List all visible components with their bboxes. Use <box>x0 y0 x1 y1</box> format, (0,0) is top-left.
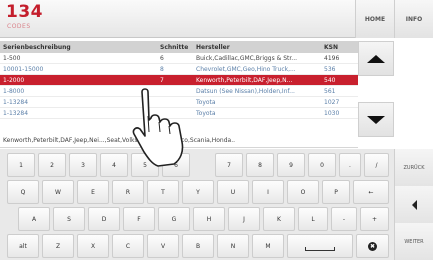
key-n[interactable]: N <box>217 234 249 258</box>
next-button[interactable]: WEITER <box>394 223 433 260</box>
table-row-selected[interactable]: 1-2000 7 Kenworth,Peterbilt,DAF,Jeep,N..… <box>0 75 358 86</box>
cell-series: 10001-15000 <box>3 65 44 73</box>
key-m[interactable]: M <box>252 234 284 258</box>
triangle-down-icon <box>367 115 385 124</box>
key-8[interactable]: 8 <box>246 153 274 177</box>
column-header-maker[interactable]: Hersteller <box>193 44 321 51</box>
cell-ksn: 1027 <box>324 98 340 106</box>
back-button[interactable]: ZURÜCK <box>394 149 433 186</box>
key-z[interactable]: Z <box>42 234 74 258</box>
column-header-cuts[interactable]: Schnitte <box>148 44 193 51</box>
header-bar: 134 CODES HOME INFO <box>0 0 433 38</box>
triangle-left-icon <box>411 199 417 210</box>
space-bar-icon <box>305 247 335 251</box>
cell-ksn: 540 <box>324 76 336 84</box>
key-g[interactable]: G <box>158 207 190 231</box>
codes-label: CODES <box>7 23 31 30</box>
backspace-key[interactable]: ← <box>353 180 389 204</box>
key-t[interactable]: T <box>147 180 179 204</box>
key-u[interactable]: U <box>217 180 249 204</box>
cell-maker: Chevrolet,GMC,Geo,Hino Truck,... <box>196 65 296 73</box>
cell-series: 1-13284 <box>3 98 29 106</box>
key-slash[interactable]: / <box>364 153 389 177</box>
key-j[interactable]: J <box>228 207 260 231</box>
triangle-up-icon <box>367 54 385 63</box>
scroll-down-button[interactable] <box>358 102 394 137</box>
hand-pointer-icon <box>132 88 184 167</box>
info-button[interactable]: INFO <box>394 0 433 38</box>
key-1[interactable]: 1 <box>7 153 35 177</box>
key-r[interactable]: R <box>112 180 144 204</box>
cell-series: 1-8000 <box>3 87 25 95</box>
key-minus[interactable]: - <box>331 207 357 231</box>
alt-key[interactable]: alt <box>7 234 39 258</box>
cell-cuts: 6 <box>160 54 164 62</box>
key-p[interactable]: P <box>322 180 350 204</box>
home-button[interactable]: HOME <box>355 0 394 38</box>
table-header: Serienbeschreibung Schnitte Hersteller K… <box>0 41 358 53</box>
key-i[interactable]: I <box>252 180 284 204</box>
delete-key[interactable]: ✖ <box>356 234 389 258</box>
column-header-series[interactable]: Serienbeschreibung <box>0 44 148 51</box>
cell-maker: Toyota <box>196 109 216 117</box>
delete-circle-icon: ✖ <box>368 241 377 251</box>
key-period[interactable]: . <box>339 153 361 177</box>
key-d[interactable]: D <box>88 207 120 231</box>
cell-cuts: 7 <box>160 76 164 84</box>
key-q[interactable]: Q <box>7 180 39 204</box>
key-0[interactable]: 0 <box>308 153 336 177</box>
key-e[interactable]: E <box>77 180 109 204</box>
space-key[interactable] <box>287 234 353 258</box>
key-2[interactable]: 2 <box>38 153 66 177</box>
cell-ksn: 561 <box>324 87 336 95</box>
key-y[interactable]: Y <box>182 180 214 204</box>
table-row[interactable]: 10001-15000 8 Chevrolet,GMC,Geo,Hino Tru… <box>0 64 358 75</box>
cell-maker: Buick,Cadillac,GMC,Briggs & Str... <box>196 54 298 62</box>
key-7[interactable]: 7 <box>215 153 243 177</box>
key-w[interactable]: W <box>42 180 74 204</box>
scroll-up-button[interactable] <box>358 41 394 76</box>
cell-cuts: 8 <box>160 65 164 73</box>
cell-series: 1-2000 <box>3 76 25 84</box>
key-b[interactable]: B <box>182 234 214 258</box>
key-v[interactable]: V <box>147 234 179 258</box>
codes-count: 134 <box>6 2 43 22</box>
key-k[interactable]: K <box>263 207 295 231</box>
cell-series: 1-13284 <box>3 109 29 117</box>
cell-maker: Kenworth,Peterbilt,DAF,Jeep,N... <box>196 76 293 84</box>
key-l[interactable]: L <box>298 207 328 231</box>
cell-maker: Toyota <box>196 98 216 106</box>
key-s[interactable]: S <box>53 207 85 231</box>
cell-maker: Datsun (See Nissan),Holden,Inf... <box>196 87 295 95</box>
key-a[interactable]: A <box>18 207 50 231</box>
key-o[interactable]: O <box>287 180 319 204</box>
key-9[interactable]: 9 <box>277 153 305 177</box>
cell-ksn: 536 <box>324 65 336 73</box>
key-plus[interactable]: + <box>360 207 389 231</box>
key-3[interactable]: 3 <box>69 153 97 177</box>
key-h[interactable]: H <box>193 207 225 231</box>
key-x[interactable]: X <box>77 234 109 258</box>
column-header-ksn[interactable]: KSN <box>321 44 358 51</box>
cell-series: 1-500 <box>3 54 21 62</box>
cell-ksn: 1030 <box>324 109 340 117</box>
key-c[interactable]: C <box>112 234 144 258</box>
key-4[interactable]: 4 <box>100 153 128 177</box>
cell-ksn: 4196 <box>324 54 340 62</box>
key-f[interactable]: F <box>123 207 155 231</box>
side-arrow-button[interactable] <box>394 186 433 223</box>
table-row[interactable]: 1-500 6 Buick,Cadillac,GMC,Briggs & Str.… <box>0 53 358 64</box>
